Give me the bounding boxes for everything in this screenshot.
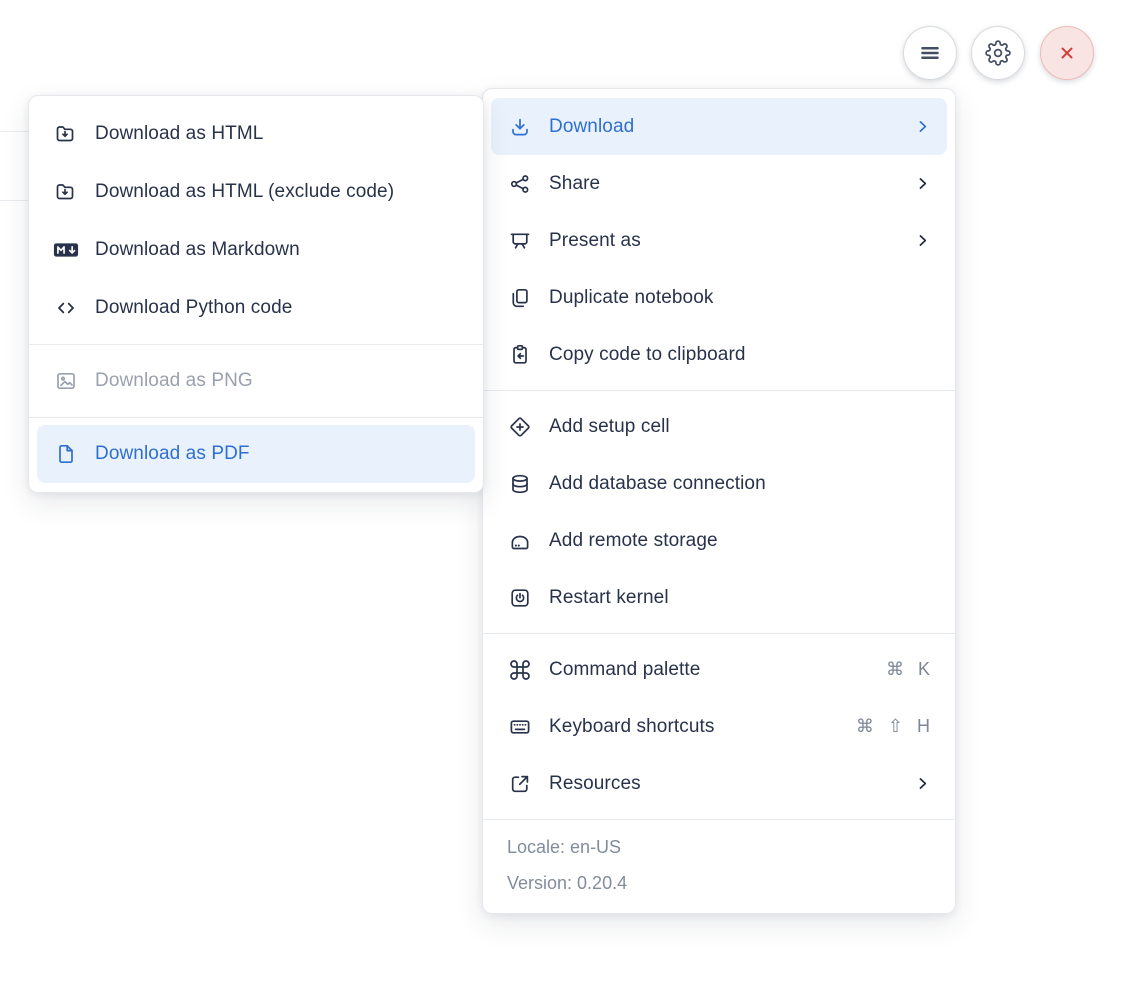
menu-item-label: Duplicate notebook (549, 286, 714, 308)
file-icon (53, 442, 79, 466)
menu-item-restart-kernel[interactable]: Restart kernel (483, 569, 955, 626)
menu-item-add-remote-storage[interactable]: Add remote storage (483, 512, 955, 569)
menu-item-label: Share (549, 172, 601, 194)
menu-item-label: Resources (549, 772, 641, 794)
keyboard-icon (507, 715, 533, 739)
locale-label: Locale: en-US (507, 837, 622, 857)
hamburger-icon (917, 40, 943, 66)
shortcut-hint: ⌘ ⇧ H (855, 716, 931, 736)
share-icon (507, 172, 533, 196)
menu-item-keyboard-shortcuts[interactable]: Keyboard shortcuts ⌘ ⇧ H (483, 698, 955, 755)
menu-item-label: Copy code to clipboard (549, 343, 746, 365)
shortcut-hint: ⌘ K (885, 659, 931, 679)
download-icon (507, 115, 533, 139)
chevron-right-icon (914, 118, 931, 135)
menu-item-label: Download Python code (95, 297, 293, 318)
external-link-icon (507, 772, 533, 796)
markdown-icon (53, 238, 79, 262)
menu-item-label: Download as HTML (exclude code) (95, 181, 395, 202)
duplicate-icon (507, 286, 533, 310)
menu-item-share[interactable]: Share (483, 155, 955, 212)
chevron-right-icon (914, 232, 931, 249)
close-button[interactable] (1040, 26, 1094, 80)
gear-icon (985, 40, 1011, 66)
menu-item-download-as-png[interactable]: Download as PNG (29, 352, 483, 410)
plus-diamond-icon (507, 415, 533, 439)
close-icon (1055, 41, 1079, 65)
menu-item-duplicate-notebook[interactable]: Duplicate notebook (483, 269, 955, 326)
clipboard-icon (507, 343, 533, 367)
settings-button[interactable] (971, 26, 1025, 80)
menu-item-resources[interactable]: Resources (483, 755, 955, 812)
menu-item-add-database-connection[interactable]: Add database connection (483, 455, 955, 512)
menu-item-download-as-pdf[interactable]: Download as PDF (37, 425, 475, 483)
menu-item-command-palette[interactable]: Command palette ⌘ K (483, 641, 955, 698)
menu-item-label: Add remote storage (549, 529, 718, 551)
menu-item-add-setup-cell[interactable]: Add setup cell (483, 398, 955, 455)
menu-item-label: Command palette (549, 658, 701, 680)
menu-item-label: Restart kernel (549, 586, 669, 608)
menu-item-download-as-markdown[interactable]: Download as Markdown (29, 221, 483, 279)
menu-item-label: Download (549, 115, 635, 137)
download-submenu: Download as HTML Download as HTML (exclu… (28, 95, 484, 493)
code-icon (53, 296, 79, 320)
image-icon (53, 369, 79, 393)
menu-item-download[interactable]: Download (491, 98, 947, 155)
version-label: Version: 0.20.4 (507, 873, 628, 893)
menu-item-present-as[interactable]: Present as (483, 212, 955, 269)
menu-divider (483, 390, 955, 391)
menu-item-label: Present as (549, 229, 641, 251)
presentation-icon (507, 229, 533, 253)
notebook-menu: Download Share Present as Duplicate note… (482, 88, 956, 914)
chevron-right-icon (914, 175, 931, 192)
database-icon (507, 472, 533, 496)
menu-item-download-as-html[interactable]: Download as HTML (29, 105, 483, 163)
menu-item-copy-code-to-clipboard[interactable]: Copy code to clipboard (483, 326, 955, 383)
menu-item-label: Download as HTML (95, 123, 264, 144)
background-row-divider (0, 200, 29, 201)
menu-button[interactable] (903, 26, 957, 80)
storage-icon (507, 529, 533, 553)
power-icon (507, 586, 533, 610)
menu-item-label: Add setup cell (549, 415, 670, 437)
menu-item-label: Download as PDF (95, 443, 250, 464)
chevron-right-icon (914, 775, 931, 792)
menu-item-label: Download as PNG (95, 370, 253, 391)
menu-item-label: Add database connection (549, 472, 766, 494)
background-row-divider (0, 131, 29, 132)
menu-item-download-python-code[interactable]: Download Python code (29, 279, 483, 337)
command-icon (507, 658, 533, 682)
app-background: Download as HTML Download as HTML (exclu… (0, 0, 1130, 986)
folder-download-icon (53, 122, 79, 146)
menu-divider (29, 344, 483, 345)
menu-item-download-as-html-exclude-code[interactable]: Download as HTML (exclude code) (29, 163, 483, 221)
menu-item-label: Keyboard shortcuts (549, 715, 715, 737)
menu-footer: Locale: en-US Version: 0.20.4 (483, 819, 955, 913)
menu-divider (29, 417, 483, 418)
menu-divider (483, 633, 955, 634)
menu-item-label: Download as Markdown (95, 239, 300, 260)
folder-download-icon (53, 180, 79, 204)
